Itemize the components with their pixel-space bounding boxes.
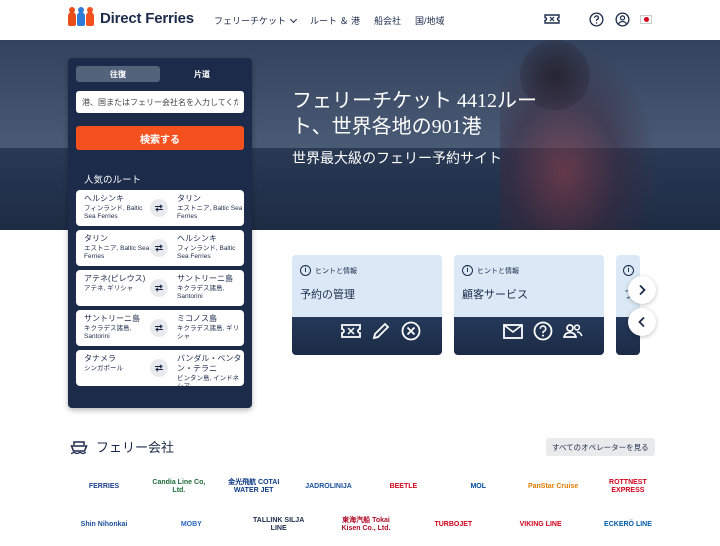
route-to-country: エストニア, Baltic Sea Ferries	[177, 205, 243, 220]
route-item[interactable]: ヘルシンキフィンランド, Baltic Sea Ferries タリンエストニア…	[76, 190, 244, 226]
mail-icon	[503, 324, 523, 339]
chevron-left-icon	[638, 316, 645, 328]
brand-logo[interactable]: Direct Ferries	[68, 6, 194, 27]
route-to-country: フィンランド, Baltic Sea Ferries	[177, 245, 236, 260]
route-to-city: サントリーニ島	[177, 274, 233, 283]
card-title: 予約の管理	[300, 289, 355, 301]
route-item[interactable]: タナメラシンガポール バンダル・ベンタン・テラニビンタン島, インドネシア	[76, 350, 244, 390]
operator-logo[interactable]: JADROLINIJA	[301, 474, 357, 500]
operator-logo[interactable]: FERRIES	[76, 474, 132, 500]
pencil-icon	[372, 322, 390, 340]
customer-service-card[interactable]: i ヒントと情報 顧客サービス	[454, 255, 604, 355]
swap-arrows-icon	[150, 239, 168, 257]
card-tag: ヒントと情報	[315, 267, 357, 275]
tab-one-way[interactable]: 片道	[160, 66, 244, 82]
ticket-icon	[341, 324, 361, 338]
card-title: 顧客サービス	[462, 289, 528, 301]
operator-logo[interactable]: 金光飛航 COTAI WATER JET	[226, 474, 282, 500]
nav-operators[interactable]: 船会社	[374, 14, 401, 27]
operators-heading: フェリー会社	[70, 437, 174, 456]
operator-logo[interactable]: 東海汽船 Tokai Kisen Co., Ltd.	[338, 512, 394, 538]
route-to-country: ビンタン島, インドネシア	[177, 375, 240, 390]
route-to-country: キクラデス諸島, ギリシャ	[177, 325, 240, 340]
swap-arrows-icon	[150, 279, 168, 297]
ferry-icon	[70, 440, 88, 454]
swap-arrows-icon	[150, 359, 168, 377]
partial-card[interactable]: i フ	[616, 255, 640, 355]
brand-figures-icon	[68, 6, 94, 26]
see-all-operators-button[interactable]: すべてのオペレーターを見る	[546, 438, 655, 456]
operators-title: フェリー会社	[96, 440, 175, 455]
carousel-next-button[interactable]	[628, 276, 656, 304]
nav-routes-ports[interactable]: ルート ＆ 港	[310, 14, 360, 27]
route-item[interactable]: タリンエストニア, Baltic Sea Ferries ヘルシンキフィンランド…	[76, 230, 244, 266]
operator-logo[interactable]: VIKING LINE	[513, 512, 569, 538]
operator-logo[interactable]: MOL	[450, 474, 506, 500]
search-input[interactable]	[76, 91, 244, 113]
route-from-city: アテネ(ピレウス)	[84, 274, 146, 283]
nav-ferry-tickets[interactable]: フェリーチケット	[214, 14, 298, 27]
swap-arrows-icon	[150, 199, 168, 217]
operator-logo[interactable]: TALLINK SILJA LINE	[251, 512, 307, 538]
operator-logo[interactable]: ECKERÖ LINE	[600, 512, 656, 538]
route-to-city: ヘルシンキ	[177, 234, 217, 243]
nav-countries[interactable]: 国/地域	[415, 14, 445, 27]
route-from-city: タナメラ	[84, 354, 116, 363]
nav-label: フェリーチケット	[214, 16, 287, 26]
popular-routes-title: 人気のルート	[84, 175, 142, 186]
route-to-country: キクラデス諸島, Santorini	[177, 285, 225, 300]
info-icon: i	[462, 265, 473, 276]
route-from-city: サントリーニ島	[84, 314, 140, 323]
operator-logo[interactable]: TURBOJET	[425, 512, 481, 538]
operator-logo[interactable]: Candia Line Co, Ltd.	[151, 474, 207, 500]
route-to-city: バンダル・ベンタン・テラニ	[177, 354, 242, 373]
route-from-country: シンガポール	[84, 365, 123, 372]
route-from-country: エストニア, Baltic Sea Ferries	[84, 245, 150, 260]
operator-logo[interactable]: BEETLE	[375, 474, 431, 500]
swap-arrows-icon	[150, 319, 168, 337]
route-to-city: タリン	[177, 194, 201, 203]
operator-logo[interactable]: ROTTNEST EXPRESS	[600, 474, 656, 500]
route-from-country: アテネ, ギリシャ	[84, 285, 134, 292]
operator-logo[interactable]: PanStar Cruise	[525, 474, 581, 500]
cancel-icon	[401, 321, 421, 341]
route-item[interactable]: アテネ(ピレウス) アテネ, ギリシャ サントリーニ島キクラデス諸島, Santo…	[76, 270, 244, 306]
japan-flag-icon[interactable]	[640, 14, 652, 24]
people-icon	[562, 324, 583, 338]
info-icon: i	[623, 265, 634, 276]
operator-logo[interactable]: MOBY	[163, 512, 219, 538]
hero-title: フェリーチケット 4412ルート、世界各地の901港	[292, 90, 537, 138]
card-tag: ヒントと情報	[477, 267, 519, 275]
tab-return[interactable]: 往復	[76, 66, 160, 82]
operator-logo[interactable]: Shin Nihonkai	[76, 512, 132, 538]
operator-logos: FERRIES Candia Line Co, Ltd. 金光飛航 COTAI WA…	[76, 470, 656, 546]
route-from-city: タリン	[84, 234, 108, 243]
route-from-country: フィンランド, Baltic Sea Ferries	[84, 205, 143, 220]
help-icon[interactable]	[588, 11, 604, 27]
ticket-icon[interactable]	[544, 11, 560, 27]
chevron-down-icon	[289, 15, 298, 23]
route-item[interactable]: サントリーニ島キクラデス諸島, Santorini ミコノス島キクラデス諸島, …	[76, 310, 244, 346]
chevron-right-icon	[639, 284, 646, 296]
popular-routes-list: ヘルシンキ フィンランド, Baltic Sea Ferries タリン エストニア…	[76, 190, 244, 390]
trip-type-tabs: 往復 片道	[76, 66, 244, 82]
main-nav: フェリーチケット ルート ＆ 港 船会社 国/地域	[214, 14, 445, 27]
header-icons	[544, 11, 652, 27]
brand-name: Direct Ferries	[100, 10, 194, 27]
route-from-city: ヘルシンキ	[84, 194, 124, 203]
search-button[interactable]: 検索する	[76, 126, 244, 150]
carousel-prev-button[interactable]	[628, 308, 656, 336]
search-panel: 往復 片道 検索する 人気のルート ヘルシンキフィンランド, Baltic Se…	[68, 58, 252, 408]
route-from-country: キクラデス諸島, Santorini	[84, 325, 132, 340]
top-header: Direct Ferries フェリーチケット ルート ＆ 港 船会社 国/地域	[0, 0, 720, 40]
info-icon: i	[300, 265, 311, 276]
account-icon[interactable]	[614, 11, 630, 27]
route-to-city: ミコノス島	[177, 314, 217, 323]
manage-booking-card[interactable]: i ヒントと情報 予約の管理	[292, 255, 442, 355]
hero-subtitle: 世界最大級のフェリー予約サイト	[292, 150, 502, 166]
question-icon	[533, 321, 553, 341]
